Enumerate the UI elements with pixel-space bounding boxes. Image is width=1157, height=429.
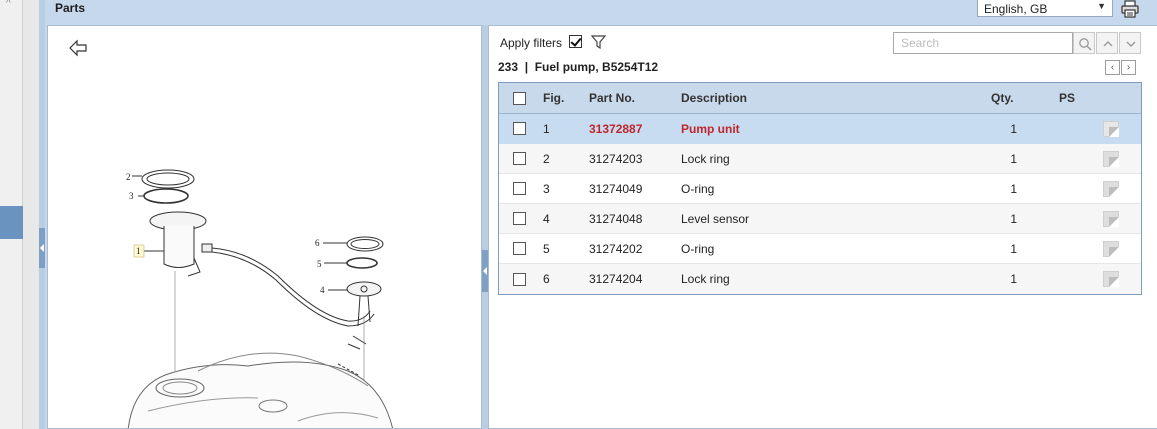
fig-number: 6: [543, 272, 550, 286]
quantity: 1: [1010, 181, 1017, 196]
search-input[interactable]: [893, 32, 1073, 54]
search-button[interactable]: [1073, 32, 1095, 54]
chevron-up-icon: [1103, 41, 1113, 47]
note-icon[interactable]: [1103, 240, 1119, 257]
language-select[interactable]: English, GB ▼: [977, 0, 1113, 17]
parts-list-pane: Apply filters 233 | Fuel pump, B5254T12 …: [488, 25, 1157, 429]
note-icon[interactable]: [1103, 271, 1119, 287]
quantity: 1: [1010, 151, 1017, 166]
part-number[interactable]: 31274202: [589, 234, 642, 263]
fig-number: 4: [543, 211, 550, 226]
prev-page-button[interactable]: ‹: [1105, 60, 1120, 75]
page-title: Parts: [55, 1, 86, 15]
svg-text:3: 3: [129, 191, 134, 201]
fig-number: 1: [543, 121, 550, 136]
row-checkbox[interactable]: [513, 242, 526, 255]
part-number[interactable]: 31274049: [589, 174, 642, 203]
part-description: Level sensor: [681, 211, 750, 226]
table-row[interactable]: 4 31274048 Level sensor 1: [499, 204, 1141, 234]
part-description: Pump unit: [681, 121, 740, 136]
row-checkbox[interactable]: [513, 122, 526, 135]
part-description: Lock ring: [681, 151, 730, 166]
fig-number: 3: [543, 181, 550, 196]
section-title: 233 | Fuel pump, B5254T12: [498, 60, 659, 74]
note-icon[interactable]: [1103, 210, 1119, 227]
quantity: 1: [1010, 211, 1017, 226]
part-number[interactable]: 31274203: [589, 144, 642, 173]
svg-text:5: 5: [317, 259, 322, 269]
parts-table: Fig. Part No. Description Qty. PS 1 3137…: [498, 82, 1142, 295]
apply-filters-label: Apply filters: [500, 36, 563, 50]
next-page-button[interactable]: ›: [1121, 60, 1136, 75]
panel-border-left: [39, 0, 45, 429]
table-row[interactable]: 6 31274204 Lock ring 1: [499, 264, 1141, 294]
next-result-button[interactable]: [1119, 32, 1141, 54]
print-icon[interactable]: [1120, 0, 1140, 18]
part-description: Lock ring: [681, 272, 730, 286]
table-row[interactable]: 1 31372887 Pump unit 1: [499, 114, 1141, 144]
column-fig[interactable]: Fig.: [543, 83, 564, 113]
part-number[interactable]: 31274048: [589, 204, 642, 233]
column-description[interactable]: Description: [681, 83, 747, 113]
column-ps[interactable]: PS: [1059, 83, 1075, 113]
part-number[interactable]: 31372887: [589, 114, 642, 143]
exploded-parts-diagram: 2 3 1 6 5 4: [126, 169, 393, 428]
table-header: Fig. Part No. Description Qty. PS: [499, 83, 1141, 114]
part-description: O-ring: [681, 181, 715, 196]
apply-filters-checkbox[interactable]: [569, 35, 582, 48]
fig-number: 2: [543, 151, 550, 166]
quantity: 1: [1010, 121, 1017, 136]
quantity: 1: [1010, 272, 1017, 286]
row-checkbox[interactable]: [513, 212, 526, 225]
table-row[interactable]: 5 31274202 O-ring 1: [499, 234, 1141, 264]
row-checkbox[interactable]: [513, 152, 526, 165]
part-description: O-ring: [681, 241, 715, 256]
note-icon[interactable]: [1103, 120, 1119, 137]
select-all-checkbox[interactable]: [513, 91, 526, 105]
table-row[interactable]: 3 31274049 O-ring 1: [499, 174, 1141, 204]
quantity: 1: [1010, 241, 1017, 256]
row-checkbox[interactable]: [513, 272, 526, 286]
svg-text:1: 1: [136, 246, 141, 256]
row-checkbox[interactable]: [513, 182, 526, 195]
part-number[interactable]: 31274204: [589, 264, 642, 294]
column-qty[interactable]: Qty.: [991, 83, 1013, 113]
collapse-left-panel-toggle[interactable]: [39, 228, 45, 268]
search-icon: [1079, 38, 1092, 51]
filter-icon[interactable]: [590, 35, 607, 50]
previous-result-button[interactable]: [1096, 32, 1118, 54]
left-rail: ^: [0, 0, 23, 429]
rail-item-active[interactable]: [0, 206, 23, 239]
language-value: English, GB: [984, 2, 1048, 16]
chevron-down-icon: [1126, 41, 1136, 47]
column-part-no[interactable]: Part No.: [589, 83, 635, 113]
svg-text:2: 2: [126, 172, 131, 182]
diagram-pane: 2 3 1 6 5 4: [47, 25, 482, 429]
svg-text:6: 6: [315, 238, 320, 248]
chevron-down-icon: ▼: [1097, 1, 1106, 11]
scroll-up-icon[interactable]: ^: [6, 0, 11, 9]
note-icon[interactable]: [1103, 180, 1119, 197]
fig-number: 5: [543, 241, 550, 256]
rail-gutter: [23, 0, 39, 429]
table-row[interactable]: 2 31274203 Lock ring 1: [499, 144, 1141, 174]
note-icon[interactable]: [1103, 150, 1119, 167]
svg-text:4: 4: [320, 285, 325, 295]
